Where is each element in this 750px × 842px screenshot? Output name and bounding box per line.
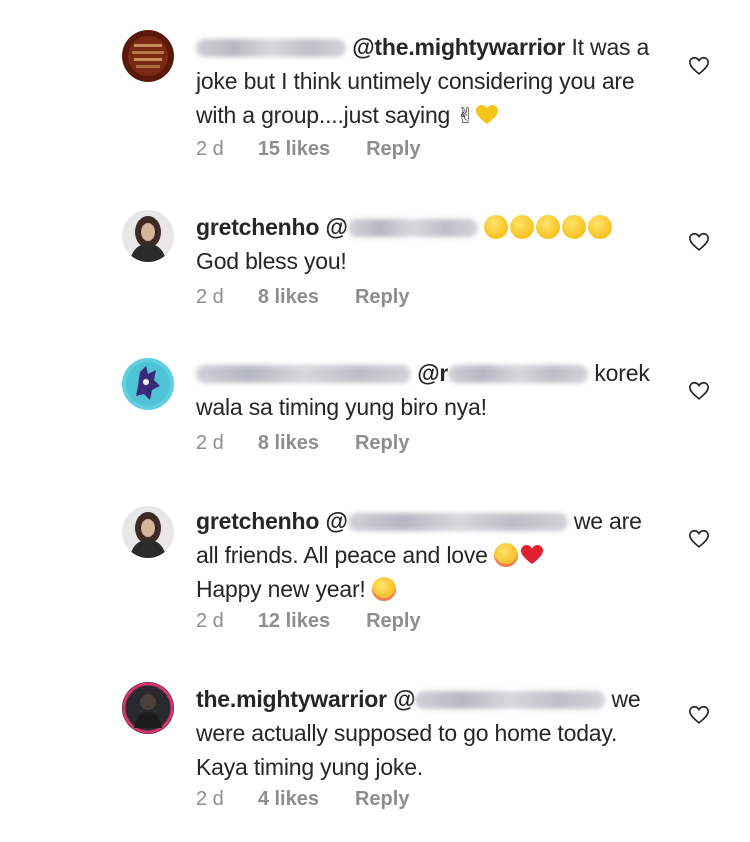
comment-meta: 2 d 8 likes Reply	[196, 286, 445, 309]
laughing-face-emoji	[509, 215, 534, 239]
reply-button[interactable]: Reply	[355, 286, 409, 308]
heart-outline-icon[interactable]	[688, 231, 710, 253]
blurred-mention	[347, 219, 478, 237]
blurred-mention	[347, 513, 568, 531]
mention-link[interactable]: @	[393, 686, 606, 712]
likes-count[interactable]: 8 likes	[258, 432, 319, 454]
heart-outline-icon[interactable]	[688, 528, 710, 550]
avatar[interactable]	[122, 210, 174, 262]
blurred-username	[196, 365, 411, 383]
timestamp: 2 d	[196, 610, 224, 632]
avatar[interactable]	[122, 30, 174, 82]
laughing-face-emoji	[587, 215, 612, 239]
comment-meta: 2 d 8 likes Reply	[196, 432, 445, 455]
comment-text: gretchenho @ we are all friends. All pea…	[196, 504, 666, 606]
heart-outline-icon[interactable]	[688, 704, 710, 726]
avatar-image	[122, 682, 174, 734]
laughing-face-emoji	[535, 215, 560, 239]
comment-body-line-2: Happy new year!	[196, 576, 372, 602]
heart-outline-icon[interactable]	[688, 55, 710, 77]
comment-text: the.mightywarrior @ we were actually sup…	[196, 682, 666, 784]
laughing-face-emoji	[483, 215, 508, 239]
heart-outline-icon[interactable]	[688, 380, 710, 402]
reply-button[interactable]: Reply	[355, 788, 409, 810]
likes-count[interactable]: 12 likes	[258, 610, 330, 632]
reply-button[interactable]: Reply	[366, 610, 420, 632]
yellow-heart-emoji	[475, 105, 498, 124]
reply-button[interactable]: Reply	[355, 432, 409, 454]
reply-button[interactable]: Reply	[366, 138, 420, 160]
username[interactable]	[196, 360, 411, 386]
likes-count[interactable]: 4 likes	[258, 788, 319, 810]
smiling-face-emoji	[371, 577, 396, 601]
mention-link[interactable]: @r	[417, 360, 589, 386]
username[interactable]: gretchenho	[196, 508, 319, 534]
likes-count[interactable]: 15 likes	[258, 138, 330, 160]
avatar[interactable]	[122, 682, 174, 734]
avatar-image	[122, 30, 174, 82]
comment-text: @the.mightywarrior It was a joke but I t…	[196, 30, 666, 133]
mention-link[interactable]: @	[325, 214, 478, 240]
timestamp: 2 d	[196, 432, 224, 454]
timestamp: 2 d	[196, 138, 224, 160]
avatar[interactable]	[122, 506, 174, 558]
red-heart-emoji	[520, 545, 543, 564]
timestamp: 2 d	[196, 788, 224, 810]
avatar[interactable]	[122, 358, 174, 410]
comment-meta: 2 d 12 likes Reply	[196, 610, 457, 633]
avatar-image	[122, 358, 174, 410]
username[interactable]	[196, 34, 346, 60]
comment-text: gretchenho @ God bless you!	[196, 210, 666, 278]
mention-link[interactable]: @	[325, 508, 568, 534]
blurred-username	[196, 39, 346, 57]
comment-body: God bless you!	[196, 248, 347, 274]
comment-meta: 2 d 4 likes Reply	[196, 788, 445, 811]
avatar-image	[122, 506, 174, 558]
blurred-mention	[415, 691, 606, 709]
username[interactable]: gretchenho	[196, 214, 319, 240]
timestamp: 2 d	[196, 286, 224, 308]
victory-hand-emoji: ✌	[456, 103, 475, 128]
blurred-mention	[448, 365, 589, 383]
mention-link[interactable]: @the.mightywarrior	[352, 34, 565, 60]
comment-meta: 2 d 15 likes Reply	[196, 138, 457, 161]
username[interactable]: the.mightywarrior	[196, 686, 387, 712]
avatar-image	[122, 210, 174, 262]
comment-text: @r korek wala sa timing yung biro nya!	[196, 356, 666, 424]
laughing-face-emoji	[561, 215, 586, 239]
hugging-face-emoji	[493, 543, 518, 567]
likes-count[interactable]: 8 likes	[258, 286, 319, 308]
